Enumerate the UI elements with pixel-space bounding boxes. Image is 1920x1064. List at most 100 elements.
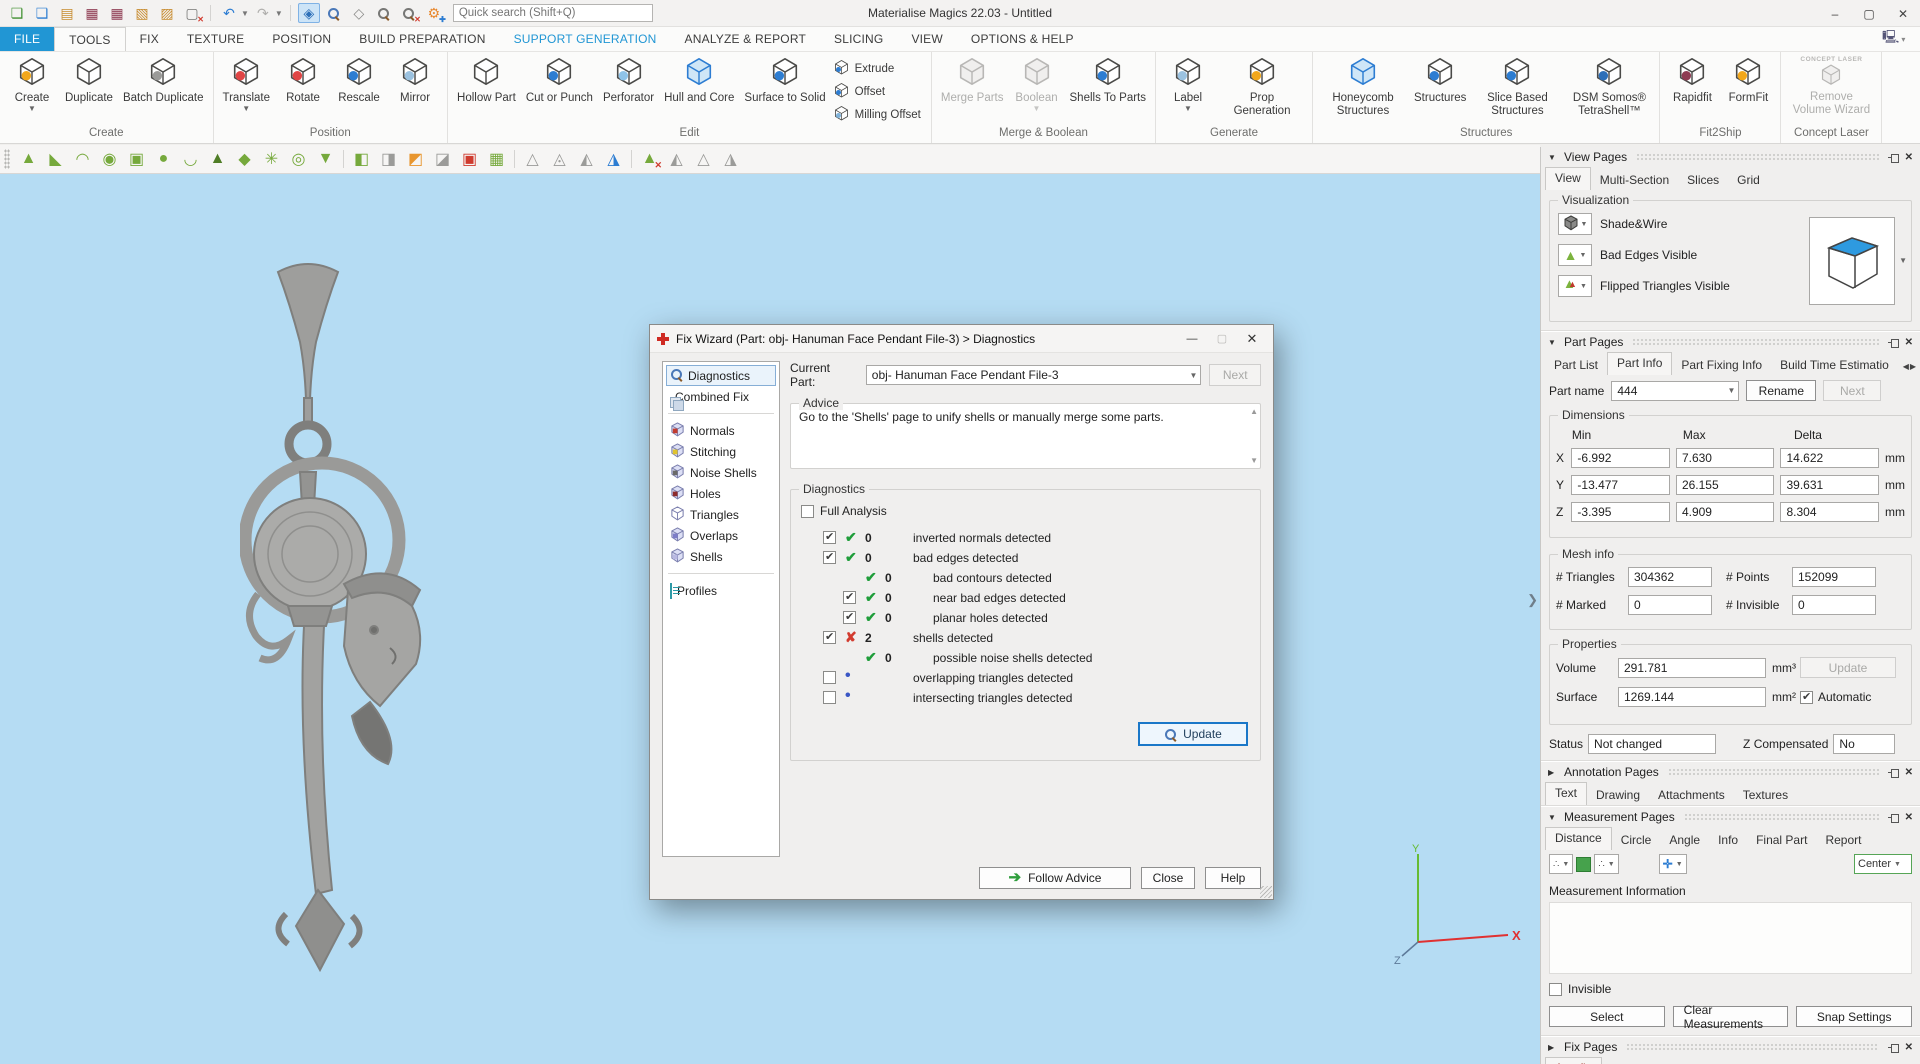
diagnostic-checkbox[interactable] <box>843 591 856 604</box>
measurement-pages-tab-info[interactable]: Info <box>1709 830 1747 850</box>
import-part-icon[interactable]: ▧ <box>131 3 153 23</box>
menu-item-slicing[interactable]: SLICING <box>820 27 897 51</box>
flipped-triangles-visible-dropdown[interactable]: ▲▲▼ <box>1558 275 1592 297</box>
fix-pages-tab-overlap[interactable]: Overlap <box>1797 1060 1857 1064</box>
part-pages-tab-part-fixing-info[interactable]: Part Fixing Info <box>1672 355 1771 375</box>
measurement-pages-tab-circle[interactable]: Circle <box>1612 830 1661 850</box>
close-section-icon[interactable]: ✕ <box>1905 152 1913 163</box>
triangle-gray-4-icon[interactable]: ◭ <box>663 147 690 171</box>
annotation-pages-header[interactable]: ▶ Annotation Pages ✕ <box>1541 762 1920 782</box>
header-drag-texture[interactable] <box>1684 813 1879 821</box>
follow-advice-button[interactable]: ➔ Follow Advice <box>979 867 1131 889</box>
rename-button[interactable]: Rename <box>1746 380 1816 401</box>
bad-edges-visible-dropdown[interactable]: ▲▼ <box>1558 244 1592 266</box>
fix-wizard-nav-triangles[interactable]: Triangles <box>666 504 776 525</box>
shade-wire-dropdown[interactable]: ▼ <box>1558 213 1592 235</box>
axis-snap-combo[interactable]: ✛▼ <box>1659 854 1687 874</box>
snap-settings-button[interactable]: Snap Settings <box>1796 1006 1912 1027</box>
dim-x-delta[interactable]: 14.622 <box>1780 448 1879 468</box>
zoom-out-icon[interactable]: ✕ <box>398 3 420 23</box>
pin-icon[interactable] <box>1888 1042 1899 1053</box>
fix-wizard-nav-combined-fix[interactable]: Combined Fix <box>666 386 776 407</box>
toolbar-drag-handle-icon[interactable] <box>4 149 10 169</box>
slice-based-structures-button[interactable]: Slice Based Structures <box>1471 55 1563 119</box>
update-button[interactable]: Update <box>1138 722 1248 746</box>
mirror-button[interactable]: Mirror <box>387 55 443 106</box>
fix-pages-tab-hole[interactable]: Hole <box>1649 1060 1692 1064</box>
help-button[interactable]: Help <box>1205 867 1261 889</box>
triangle-red-x-icon[interactable]: ▲✕ <box>636 147 663 171</box>
close-section-icon[interactable]: ✕ <box>1905 767 1913 778</box>
dim-x-min[interactable]: -6.992 <box>1571 448 1670 468</box>
close-section-icon[interactable]: ✕ <box>1905 1042 1913 1053</box>
settings-gear-icon[interactable]: ⚙✚ <box>423 3 445 23</box>
dim-x-max[interactable]: 7.630 <box>1676 448 1775 468</box>
invisible-checkbox[interactable] <box>1549 983 1562 996</box>
dim-y-min[interactable]: -13.477 <box>1571 475 1670 495</box>
close-button[interactable]: Close <box>1141 867 1195 889</box>
menu-item-file[interactable]: FILE <box>0 27 54 51</box>
mark-brush-icon[interactable]: ◆ <box>231 147 258 171</box>
dim-y-delta[interactable]: 39.631 <box>1780 475 1879 495</box>
annotation-pages-tab-attachments[interactable]: Attachments <box>1649 785 1734 805</box>
fix-wizard-nav-holes[interactable]: Holes <box>666 483 776 504</box>
current-part-combo[interactable]: obj- Hanuman Face Pendant File-3 ▼ <box>866 365 1202 385</box>
menu-item-build-preparation[interactable]: BUILD PREPARATION <box>345 27 499 51</box>
delete-part-icon[interactable]: ▢✕ <box>181 3 203 23</box>
volume-value[interactable]: 291.781 <box>1618 658 1766 678</box>
header-drag-texture[interactable] <box>1626 1043 1878 1051</box>
measurement-pages-tab-report[interactable]: Report <box>1816 830 1870 850</box>
new-document-icon[interactable]: ❏ <box>31 3 53 23</box>
redo-icon[interactable]: ↷ <box>252 3 274 23</box>
part-pages-tab-part-info[interactable]: Part Info <box>1607 352 1672 375</box>
quick-search-input[interactable] <box>453 4 653 22</box>
center-mode-combo[interactable]: Center ▼ <box>1854 854 1912 874</box>
mark-polyline-icon[interactable]: ◡ <box>177 147 204 171</box>
dialog-resize-grip[interactable] <box>1260 886 1272 898</box>
shells-to-parts-button[interactable]: Shells To Parts <box>1065 55 1152 106</box>
label-button[interactable]: Label▼ <box>1160 55 1216 113</box>
header-drag-texture[interactable] <box>1632 338 1878 346</box>
point-mode-2-combo[interactable]: ∴▼ <box>1594 854 1618 874</box>
triangle-gray-3-icon[interactable]: ◭ <box>573 147 600 171</box>
collapse-triangle-icon[interactable]: ▼ <box>1548 338 1558 347</box>
mark-support-triangle-icon[interactable]: ▲ <box>15 147 42 171</box>
dim-y-max[interactable]: 26.155 <box>1676 475 1775 495</box>
undo-icon[interactable]: ↶ <box>218 3 240 23</box>
mark-mesh-icon[interactable]: ▲ <box>204 147 231 171</box>
rapidfit-button[interactable]: Rapidfit <box>1664 55 1720 106</box>
create-button[interactable]: Create▼ <box>4 55 60 113</box>
menu-item-analyze-report[interactable]: ANALYZE & REPORT <box>671 27 820 51</box>
menu-item-tools[interactable]: TOOLS <box>54 27 125 51</box>
menu-item-texture[interactable]: TEXTURE <box>173 27 258 51</box>
view-cube-preview[interactable] <box>1809 217 1895 305</box>
dialog-minimize-icon[interactable]: — <box>1177 328 1207 350</box>
pin-icon[interactable] <box>1888 152 1899 163</box>
tab-scroll-left-icon[interactable]: ◀ <box>1903 362 1909 371</box>
view-pages-header[interactable]: ▼ View Pages ✕ <box>1541 147 1920 167</box>
structures-button[interactable]: Structures <box>1409 55 1471 106</box>
dim-z-max[interactable]: 4.909 <box>1676 502 1775 522</box>
mark-support-plane-icon[interactable]: ◣ <box>42 147 69 171</box>
duplicate-button[interactable]: Duplicate <box>60 55 118 106</box>
cube-plain-icon[interactable]: ◪ <box>429 147 456 171</box>
diagnostic-checkbox[interactable] <box>823 551 836 564</box>
mark-fan-icon[interactable]: ◎ <box>285 147 312 171</box>
measurement-pages-header[interactable]: ▼ Measurement Pages ✕ <box>1541 807 1920 827</box>
view-pages-tab-slices[interactable]: Slices <box>1678 170 1728 190</box>
cube-red-core-icon[interactable]: ▣ <box>456 147 483 171</box>
triangle-gray-6-icon[interactable]: ◮ <box>717 147 744 171</box>
fix-wizard-nav-shells[interactable]: Shells <box>666 546 776 567</box>
save-icon[interactable]: ▦ <box>81 3 103 23</box>
fix-wizard-nav-diagnostics[interactable]: Diagnostics <box>666 365 776 386</box>
triangle-gray-5-icon[interactable]: △ <box>690 147 717 171</box>
part-name-combo[interactable]: 444 ▼ <box>1611 381 1739 401</box>
offset-button[interactable]: Offset <box>833 82 921 102</box>
close-window-icon[interactable]: ✕ <box>1886 0 1920 27</box>
collapse-triangle-icon[interactable]: ▶ <box>1548 768 1558 777</box>
fix-wizard-nav-normals[interactable]: Normals <box>666 420 776 441</box>
fix-wizard-nav-profiles[interactable]: Profiles <box>666 580 776 601</box>
zoom-selection-icon[interactable] <box>323 3 345 23</box>
point-mode-combo[interactable]: ∴▼ <box>1549 854 1573 874</box>
menu-item-support-generation[interactable]: SUPPORT GENERATION <box>500 27 671 51</box>
